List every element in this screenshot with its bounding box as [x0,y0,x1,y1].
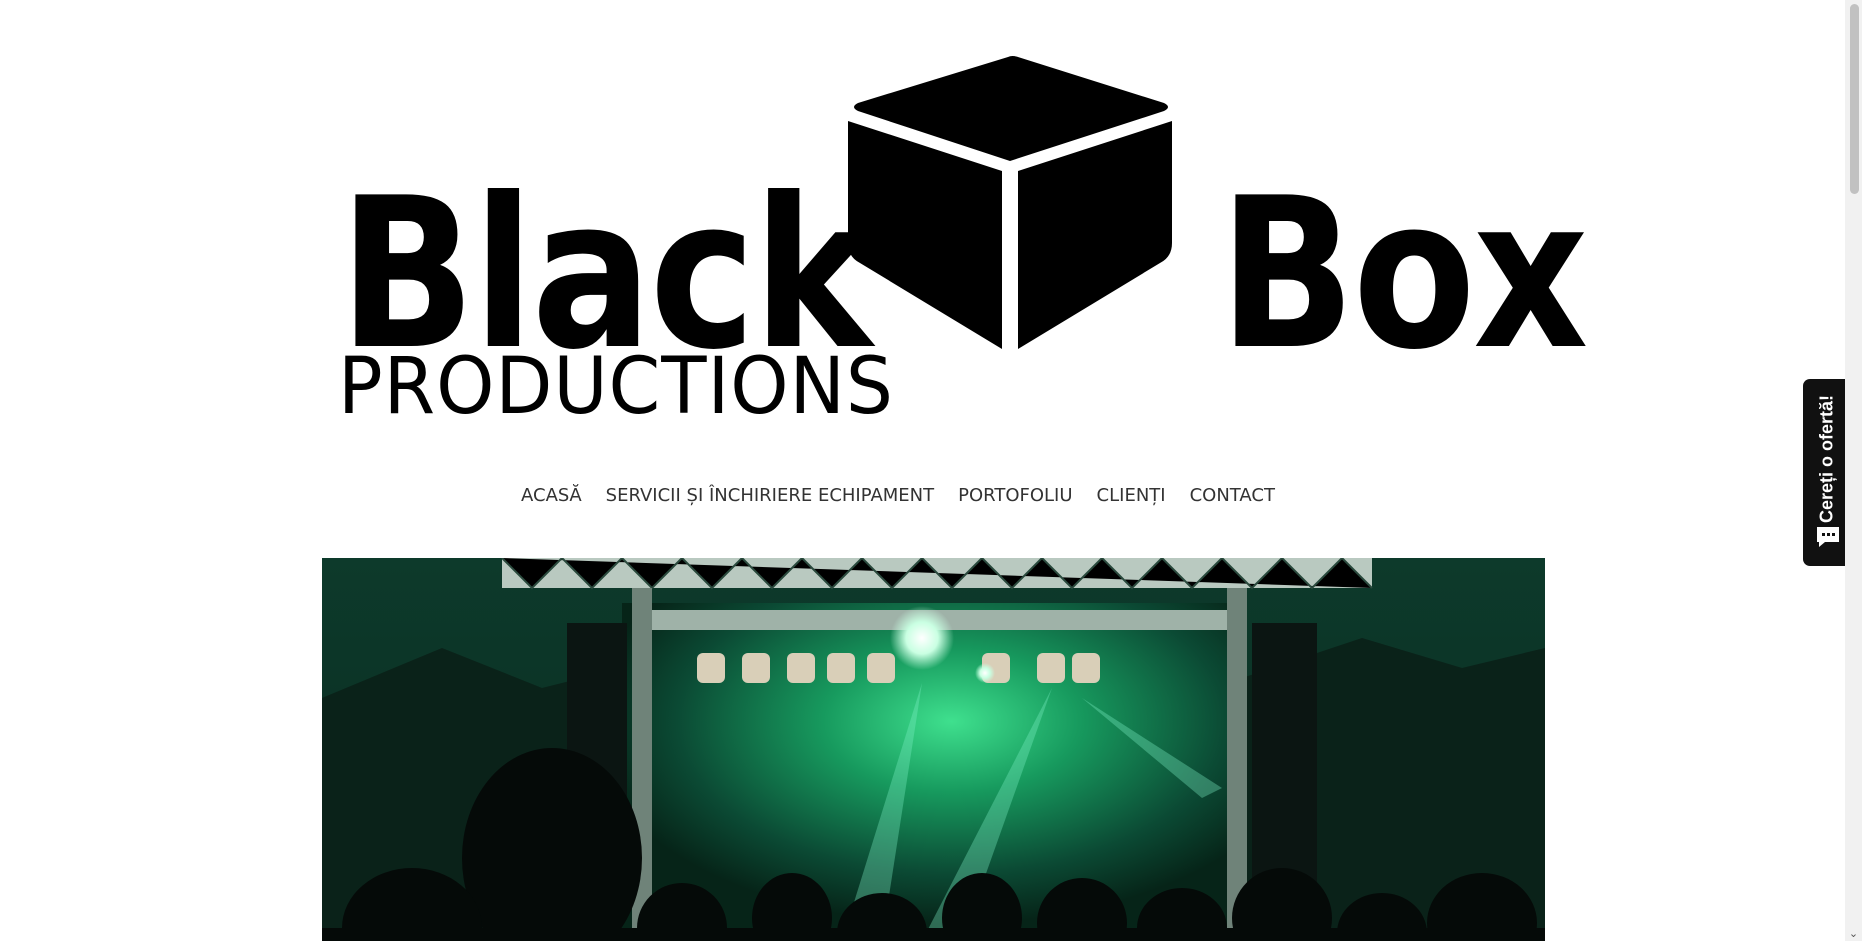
nav-item-portofoliu[interactable]: PORTOFOLIU [958,476,1072,516]
nav-item-contact[interactable]: CONTACT [1190,476,1275,516]
nav-item-acasa[interactable]: ACASĂ [521,476,582,516]
nav-item-servicii[interactable]: SERVICII ȘI ÎNCHIRIERE ECHIPAMENT [606,476,934,516]
request-quote-tab[interactable]: Cereți o ofertă! [1803,379,1851,566]
concert-stage-illustration [322,558,1545,941]
request-quote-label: Cereți o ofertă! [1816,394,1837,524]
page-scrollbar[interactable]: ⌄ [1845,0,1862,941]
scroll-down-arrow-icon[interactable]: ⌄ [1848,928,1859,939]
logo-word-black: Black [339,154,872,396]
cube-icon [848,56,1172,349]
site-logo[interactable]: Black Box PRODUCTIONS [322,45,1588,435]
chat-bubble-icon [1817,527,1839,547]
scrollbar-thumb[interactable] [1850,4,1859,194]
logo-subtitle: PRODUCTIONS [338,342,894,432]
main-nav: ACASĂ SERVICII ȘI ÎNCHIRIERE ECHIPAMENT … [0,476,1862,516]
hero-image [322,558,1545,941]
logo-word-box: Box [1219,154,1588,396]
nav-item-clienti[interactable]: CLIENȚI [1097,476,1166,516]
